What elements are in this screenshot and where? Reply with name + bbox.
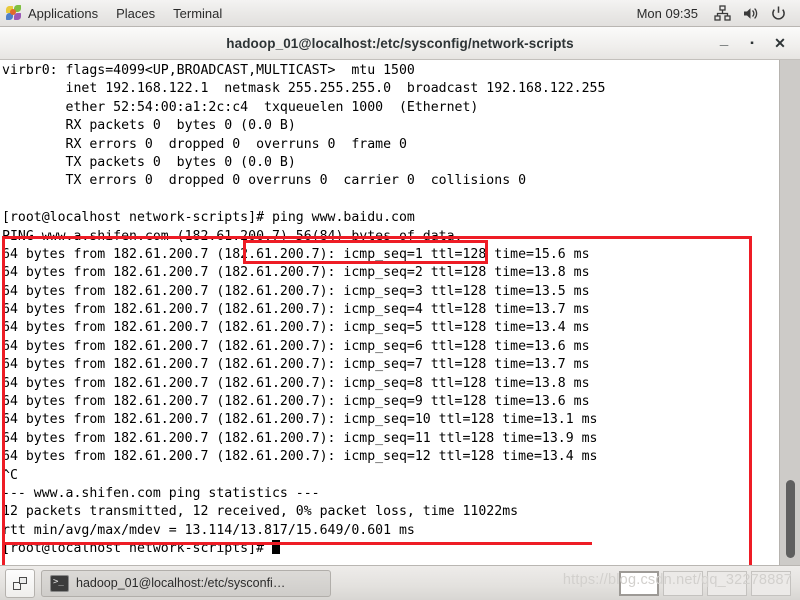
terminal-line: rtt min/avg/max/mdev = 13.114/13.817/15.… bbox=[2, 522, 415, 538]
taskbar-window-button[interactable]: hadoop_01@localhost:/etc/sysconfi… bbox=[41, 569, 331, 597]
bottom-taskbar: hadoop_01@localhost:/etc/sysconfi… bbox=[0, 565, 800, 600]
terminal-line: [root@localhost network-scripts]# ping w… bbox=[2, 210, 415, 226]
applications-menu[interactable]: Applications bbox=[0, 0, 107, 27]
terminal-line: 64 bytes from 182.61.200.7 (182.61.200.7… bbox=[2, 246, 590, 262]
minimize-button[interactable]: _ bbox=[710, 26, 738, 61]
workspace-1[interactable] bbox=[619, 570, 659, 596]
terminal-line: 64 bytes from 182.61.200.7 (182.61.200.7… bbox=[2, 320, 590, 336]
terminal-line: virbr0: flags=4099<UP,BROADCAST,MULTICAS… bbox=[2, 63, 415, 78]
terminal-line: RX errors 0 dropped 0 overruns 0 frame 0 bbox=[2, 136, 407, 152]
terminal-line: 64 bytes from 182.61.200.7 (182.61.200.7… bbox=[2, 283, 590, 299]
window-titlebar[interactable]: hadoop_01@localhost:/etc/sysconfig/netwo… bbox=[0, 27, 800, 60]
terminal-line: 64 bytes from 182.61.200.7 (182.61.200.7… bbox=[2, 449, 598, 465]
terminal-line: 64 bytes from 182.61.200.7 (182.61.200.7… bbox=[2, 265, 590, 281]
terminal-scrollbar[interactable] bbox=[779, 60, 800, 565]
terminal-line: inet 192.168.122.1 netmask 255.255.255.0… bbox=[2, 81, 606, 97]
applications-icon bbox=[6, 5, 22, 21]
terminal-line: 64 bytes from 182.61.200.7 (182.61.200.7… bbox=[2, 302, 590, 318]
window-controls: _ ▪ ✕ bbox=[710, 27, 794, 60]
places-menu-label: Places bbox=[116, 5, 156, 21]
workspace-2[interactable] bbox=[663, 570, 703, 596]
close-button[interactable]: ✕ bbox=[766, 30, 794, 58]
taskbar-window-label: hadoop_01@localhost:/etc/sysconfi… bbox=[76, 576, 286, 590]
show-desktop-icon[interactable] bbox=[5, 568, 35, 598]
volume-icon[interactable] bbox=[739, 2, 761, 24]
terminal-line: 64 bytes from 182.61.200.7 (182.61.200.7… bbox=[2, 412, 598, 428]
workspace-3[interactable] bbox=[707, 570, 747, 596]
applications-menu-label: Applications bbox=[28, 5, 99, 21]
power-icon[interactable] bbox=[767, 2, 789, 24]
terminal-line: PING www.a.shifen.com (182.61.200.7) 56(… bbox=[2, 228, 463, 244]
terminal-prompt-line[interactable]: [root@localhost network-scripts]# bbox=[2, 540, 779, 558]
network-icon[interactable] bbox=[711, 2, 733, 24]
terminal-window: hadoop_01@localhost:/etc/sysconfig/netwo… bbox=[0, 27, 800, 565]
top-panel: Applications Places Terminal Mon 09:35 bbox=[0, 0, 800, 27]
terminal-line: TX errors 0 dropped 0 overruns 0 carrier… bbox=[2, 173, 527, 189]
terminal-menu[interactable]: Terminal bbox=[164, 0, 231, 27]
places-menu[interactable]: Places bbox=[107, 0, 164, 27]
terminal-line: 64 bytes from 182.61.200.7 (182.61.200.7… bbox=[2, 375, 590, 391]
terminal-cursor bbox=[271, 540, 280, 555]
terminal-line: 64 bytes from 182.61.200.7 (182.61.200.7… bbox=[2, 394, 590, 410]
scrollbar-thumb[interactable] bbox=[786, 480, 795, 558]
terminal-line: 12 packets transmitted, 12 received, 0% … bbox=[2, 504, 519, 520]
workspace-4[interactable] bbox=[751, 570, 791, 596]
window-title: hadoop_01@localhost:/etc/sysconfig/netwo… bbox=[226, 35, 574, 51]
terminal-line: --- www.a.shifen.com ping statistics --- bbox=[2, 485, 320, 501]
terminal-menu-label: Terminal bbox=[173, 5, 223, 21]
terminal-line: RX packets 0 bytes 0 (0.0 B) bbox=[2, 118, 296, 134]
panel-status-area: Mon 09:35 bbox=[627, 0, 800, 27]
terminal-line: 64 bytes from 182.61.200.7 (182.61.200.7… bbox=[2, 357, 590, 373]
terminal-output[interactable]: virbr0: flags=4099<UP,BROADCAST,MULTICAS… bbox=[0, 60, 779, 565]
maximize-button[interactable]: ▪ bbox=[738, 30, 766, 58]
terminal-line: 64 bytes from 182.61.200.7 (182.61.200.7… bbox=[2, 430, 598, 446]
terminal-line: ^C bbox=[2, 467, 18, 483]
terminal-line: ether 52:54:00:a1:2c:c4 txqueuelen 1000 … bbox=[2, 99, 479, 115]
terminal-prompt: [root@localhost network-scripts]# bbox=[2, 541, 272, 557]
terminal-line: 64 bytes from 182.61.200.7 (182.61.200.7… bbox=[2, 338, 590, 354]
workspace-switcher[interactable] bbox=[619, 570, 795, 596]
clock[interactable]: Mon 09:35 bbox=[627, 6, 708, 21]
terminal-line: TX packets 0 bytes 0 (0.0 B) bbox=[2, 154, 296, 170]
terminal-icon bbox=[50, 574, 69, 592]
terminal-area: virbr0: flags=4099<UP,BROADCAST,MULTICAS… bbox=[0, 60, 800, 565]
